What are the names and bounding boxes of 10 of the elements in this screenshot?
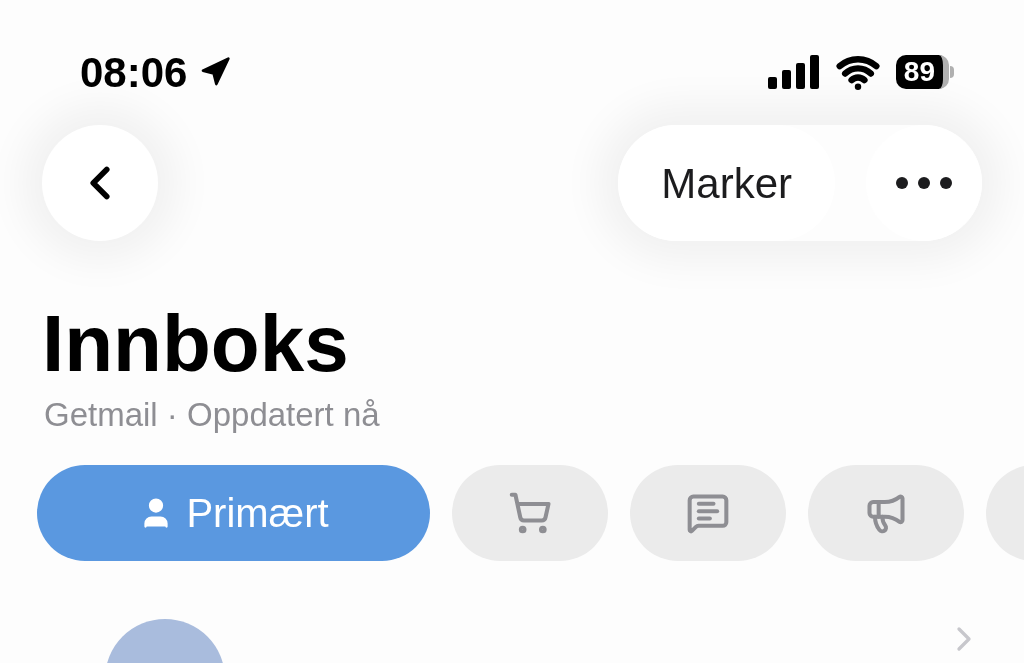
battery-indicator: 89 — [895, 55, 954, 89]
inbox-title: Innboks — [42, 299, 350, 389]
status-time: 08:06 — [80, 47, 188, 98]
chat-bubble-icon — [686, 491, 730, 535]
megaphone-icon — [864, 491, 908, 535]
more-icon — [896, 177, 952, 189]
mailbox-subtitle: Getmail · Oppdatert nå — [44, 395, 381, 435]
signal-icon — [767, 55, 820, 89]
cart-icon — [508, 491, 552, 535]
location-arrow-icon — [199, 56, 232, 88]
